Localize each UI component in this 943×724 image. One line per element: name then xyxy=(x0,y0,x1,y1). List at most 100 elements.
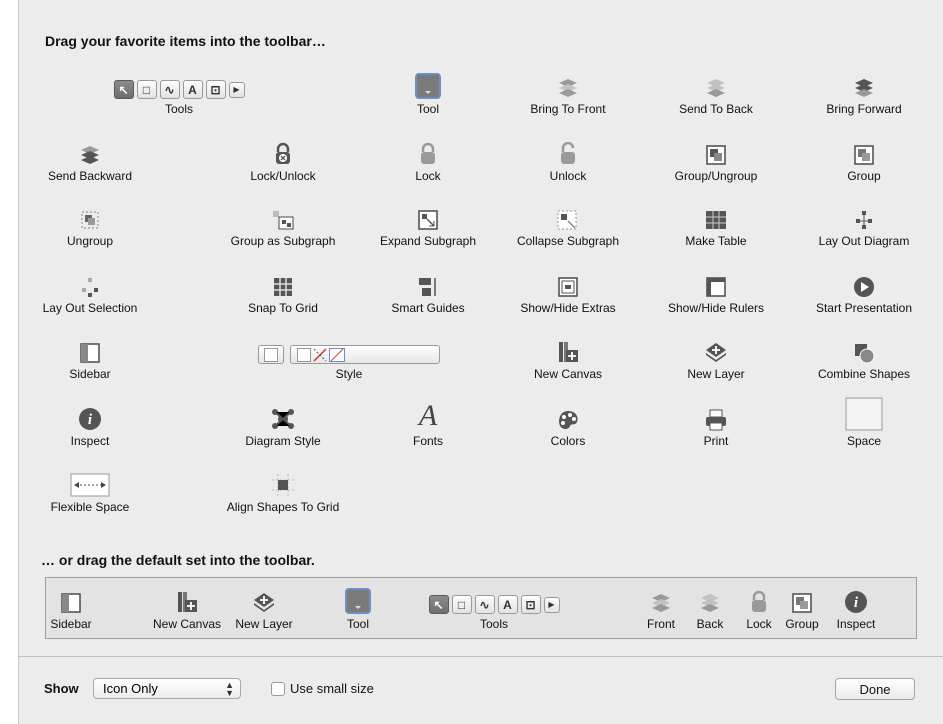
default-item-tools[interactable]: ↖ □ ∿ A ⊡ ▶ Tools xyxy=(404,582,584,631)
toolbar-item-label: Lock xyxy=(415,169,441,183)
toolbar-item-label: Group as Subgraph xyxy=(230,234,336,248)
toolbar-item-label: Inspect xyxy=(70,434,110,448)
default-item-back[interactable]: Back xyxy=(691,582,729,631)
tool-icon xyxy=(415,65,441,99)
toolbar-item-sidebar[interactable]: Sidebar xyxy=(15,330,165,381)
default-item-label: Front xyxy=(646,617,675,631)
done-button[interactable]: Done xyxy=(835,678,915,700)
toolbar-item-label: Sidebar xyxy=(69,367,111,381)
default-item-front[interactable]: Front xyxy=(641,582,681,631)
show-popup-button[interactable]: Icon Only ▲ ▼ xyxy=(93,678,241,699)
toolbar-item-bring-to-front[interactable]: Bring To Front xyxy=(493,65,643,116)
toolbar-item-style[interactable]: Style xyxy=(234,330,464,381)
toolbar-item-combine-shapes[interactable]: Combine Shapes xyxy=(789,330,939,381)
toolbar-item-inspect[interactable]: i Inspect xyxy=(15,397,165,448)
group-ungroup-icon xyxy=(705,132,727,166)
show-label: Show xyxy=(44,681,79,696)
toolbar-item-bring-forward[interactable]: Bring Forward xyxy=(789,65,939,116)
toolbar-item-label: Bring Forward xyxy=(826,102,902,116)
toolbar-item-lay-out-diagram[interactable]: Lay Out Diagram xyxy=(789,197,939,248)
lock-unlock-icon xyxy=(272,132,294,166)
snap-to-grid-icon xyxy=(272,264,294,298)
bring-forward-icon xyxy=(853,65,875,99)
tools-segmented-icon: ↖ □ ∿ A ⊡ ▶ xyxy=(428,582,560,614)
toolbar-item-show-hide-extras[interactable]: Show/Hide Extras xyxy=(493,264,643,315)
default-item-sidebar[interactable]: Sidebar xyxy=(48,582,94,631)
default-item-inspect[interactable]: i Inspect xyxy=(829,582,883,631)
show-popup-value: Icon Only xyxy=(103,681,158,696)
toolbar-item-align-shapes-to-grid[interactable]: Align Shapes To Grid xyxy=(208,463,358,514)
toolbar-item-tool[interactable]: Tool xyxy=(353,65,503,116)
toolbar-item-start-presentation[interactable]: Start Presentation xyxy=(789,264,939,315)
toolbar-item-label: Flexible Space xyxy=(50,500,130,514)
toolbar-item-label: New Canvas xyxy=(533,367,603,381)
toolbar-item-label: Tool xyxy=(416,102,439,116)
bring-to-front-icon xyxy=(557,65,579,99)
default-item-new-canvas[interactable]: New Canvas xyxy=(142,582,232,631)
toolbar-item-fonts[interactable]: A Fonts xyxy=(353,397,503,449)
lock-icon xyxy=(417,132,439,166)
combine-shapes-icon xyxy=(853,330,875,364)
toolbar-item-new-layer[interactable]: New Layer xyxy=(641,330,791,381)
toolbar-item-label: Combine Shapes xyxy=(817,367,911,381)
default-item-tool[interactable]: Tool xyxy=(340,582,376,631)
toolbar-item-send-backward[interactable]: Send Backward xyxy=(15,132,165,183)
toolbar-item-group-as-subgraph[interactable]: Group as Subgraph xyxy=(208,197,358,248)
toolbar-item-tools[interactable]: ↖ □ ∿ A ⊡ ▶ Tools xyxy=(79,65,279,116)
toolbar-item-collapse-subgraph[interactable]: Collapse Subgraph xyxy=(493,197,643,248)
toolbar-item-label: Ungroup xyxy=(66,234,114,248)
default-item-label: Tools xyxy=(479,617,508,631)
toolbar-item-label: Lay Out Selection xyxy=(42,301,138,315)
default-set-title: … or drag the default set into the toolb… xyxy=(41,552,315,568)
flexible-space-icon xyxy=(70,463,110,497)
toolbar-item-label: Show/Hide Rulers xyxy=(667,301,765,315)
default-item-lock[interactable]: Lock xyxy=(744,582,774,631)
toolbar-item-make-table[interactable]: Make Table xyxy=(641,197,791,248)
default-toolbar-set[interactable]: Sidebar New Canvas New Layer Tool ↖ □ ∿ A ⊡ ▶ Tool… xyxy=(45,577,917,639)
toolbar-item-expand-subgraph[interactable]: Expand Subgraph xyxy=(353,197,503,248)
unlock-icon xyxy=(557,132,579,166)
toolbar-item-flexible-space[interactable]: Flexible Space xyxy=(15,463,165,514)
toolbar-item-label: Expand Subgraph xyxy=(379,234,477,248)
diagram-style-icon xyxy=(271,397,295,431)
toolbar-item-label: Unlock xyxy=(549,169,587,183)
toolbar-item-snap-to-grid[interactable]: Snap To Grid xyxy=(208,264,358,315)
toolbar-item-unlock[interactable]: Unlock xyxy=(493,132,643,183)
new-canvas-icon xyxy=(557,330,579,364)
new-canvas-icon xyxy=(176,582,198,614)
show-hide-extras-icon xyxy=(557,264,579,298)
toolbar-item-space[interactable]: Space xyxy=(789,397,939,448)
lay-out-selection-icon xyxy=(78,264,102,298)
toolbar-item-show-hide-rulers[interactable]: Show/Hide Rulers xyxy=(641,264,791,315)
default-item-group[interactable]: Group xyxy=(778,582,826,631)
toolbar-item-smart-guides[interactable]: Smart Guides xyxy=(353,264,503,315)
toolbar-item-label: Group/Ungroup xyxy=(674,169,758,183)
default-item-label: Sidebar xyxy=(50,617,92,631)
toolbar-item-label: Send To Back xyxy=(679,102,753,116)
bring-to-front-icon xyxy=(650,582,672,614)
toolbar-item-colors[interactable]: Colors xyxy=(493,397,643,448)
use-small-size-label[interactable]: Use small size xyxy=(290,681,374,696)
toolbar-item-new-canvas[interactable]: New Canvas xyxy=(493,330,643,381)
toolbar-item-group[interactable]: Group xyxy=(789,132,939,183)
toolbar-item-diagram-style[interactable]: Diagram Style xyxy=(208,397,358,448)
fonts-icon: A xyxy=(418,399,438,432)
toolbar-item-label: Send Backward xyxy=(47,169,133,183)
expand-subgraph-icon xyxy=(417,197,439,231)
toolbar-item-label: Lock/Unlock xyxy=(250,169,316,183)
toolbar-item-lock-unlock[interactable]: Lock/Unlock xyxy=(208,132,358,183)
default-item-new-layer[interactable]: New Layer xyxy=(228,582,300,631)
group-as-subgraph-icon xyxy=(271,197,295,231)
toolbar-item-group-ungroup[interactable]: Group/Ungroup xyxy=(641,132,791,183)
toolbar-item-label: Show/Hide Extras xyxy=(520,301,616,315)
toolbar-item-label: Diagram Style xyxy=(245,434,321,448)
inspect-icon: i xyxy=(844,582,868,614)
toolbar-item-print[interactable]: Print xyxy=(641,397,791,448)
toolbar-item-send-to-back[interactable]: Send To Back xyxy=(641,65,791,116)
use-small-size-checkbox[interactable] xyxy=(271,682,285,696)
toolbar-item-lock[interactable]: Lock xyxy=(353,132,503,183)
toolbar-item-label: Start Presentation xyxy=(815,301,913,315)
toolbar-item-lay-out-selection[interactable]: Lay Out Selection xyxy=(15,264,165,315)
default-item-label: New Layer xyxy=(235,617,293,631)
toolbar-item-ungroup[interactable]: Ungroup xyxy=(15,197,165,248)
